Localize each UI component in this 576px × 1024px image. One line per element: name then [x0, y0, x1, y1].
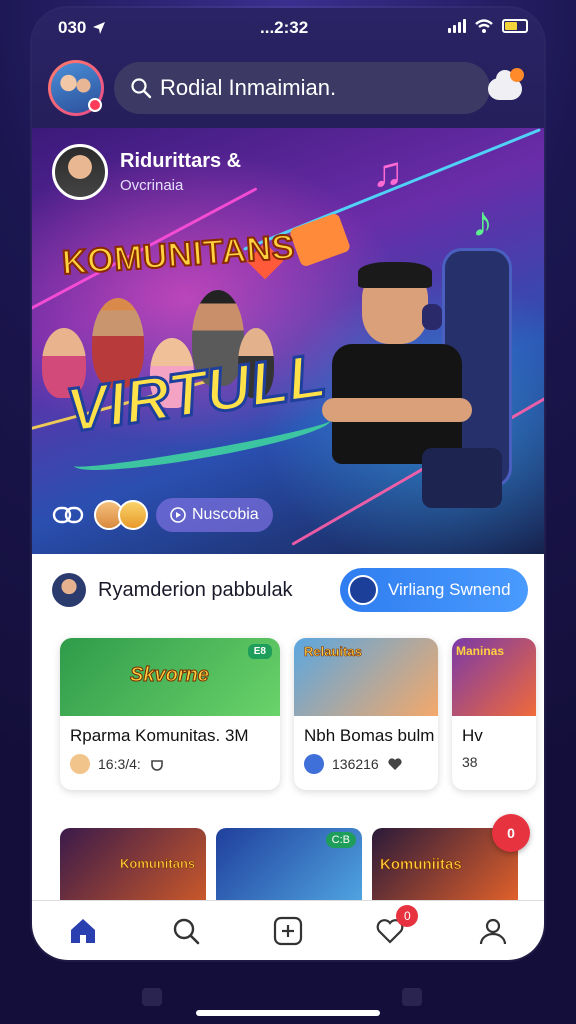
hero-pill-label: Nuscobia — [192, 506, 259, 523]
nav-profile[interactable] — [471, 909, 515, 953]
top-header: Rodial Inmaimian. — [48, 58, 528, 118]
card-thumb-text: Maninas — [456, 644, 505, 658]
phone-screen: 030 ...2:32 Rodial Inmaimian. Ridurittar… — [32, 8, 544, 960]
card-meta: 38 — [452, 746, 536, 778]
community-thumb[interactable]: Komunitans — [60, 828, 206, 900]
home-icon — [71, 918, 96, 943]
home-indicator[interactable] — [196, 1010, 380, 1016]
floating-action-button[interactable]: 0 — [492, 814, 530, 852]
link-icon[interactable] — [52, 502, 86, 528]
community-card[interactable]: Maninas Hv 38 — [452, 638, 536, 790]
more-communities-row: Komunitans C:B Komuniitas — [60, 828, 518, 900]
play-circle-icon — [170, 507, 186, 523]
card-tag: E8 — [247, 644, 272, 659]
wifi-icon — [475, 19, 493, 33]
promo-avatar[interactable] — [52, 573, 86, 607]
creator-avatar-small — [304, 754, 324, 774]
notification-badge — [510, 68, 524, 82]
join-button[interactable]: Virliang Swnend — [340, 568, 528, 612]
hero-banner[interactable]: Ridurittars & Ovcrinaia ♫ ♪ ♪ KOMUNITANS… — [32, 128, 544, 554]
card-meta: 136216 — [294, 746, 438, 782]
community-card[interactable]: Relauitas Nbh Bomas bulm 136216 — [294, 638, 438, 790]
card-meta-text: 16:3/4: — [98, 756, 141, 772]
content-panel: Ryamderion pabbulak Virliang Swnend E8 S… — [32, 554, 544, 900]
community-thumb[interactable]: C:B — [216, 828, 362, 900]
card-thumb-text: Skvorne — [130, 664, 210, 687]
signal-icon — [448, 19, 466, 33]
status-time: 030 — [58, 18, 106, 38]
music-note-icon: ♫ — [372, 148, 404, 195]
live-dot — [88, 98, 102, 112]
promo-label: Ryamderion pabbulak — [98, 578, 293, 601]
card-meta: 16:3/4: — [60, 746, 280, 782]
hero-pill-button[interactable]: Nuscobia — [156, 498, 273, 532]
hardware-button — [142, 988, 162, 1006]
status-icons — [448, 18, 528, 34]
search-bar[interactable]: Rodial Inmaimian. — [114, 62, 490, 114]
community-thumb-label: Komuniitas — [380, 856, 462, 874]
community-card[interactable]: E8 Skvorne Rparma Komunitas. 3M 16:3/4: — [60, 638, 280, 790]
card-meta-text: 136216 — [332, 756, 379, 772]
nav-likes[interactable]: 0 — [368, 904, 419, 953]
card-title: Nbh Bomas bulm — [304, 726, 435, 745]
card-thumbnail: Relauitas — [294, 638, 438, 716]
card-title: Hv — [462, 726, 483, 745]
card-thumbnail: E8 Skvorne — [60, 638, 280, 716]
nav-add[interactable] — [266, 909, 310, 953]
notification-button[interactable] — [488, 68, 528, 108]
nav-home[interactable] — [61, 909, 105, 953]
add-icon — [273, 916, 303, 945]
music-note-icon: ♪ — [472, 198, 493, 245]
creator-subtitle: Ovcrinaia — [120, 177, 184, 194]
card-thumbnail: Maninas — [452, 638, 536, 716]
profile-avatar[interactable] — [48, 60, 104, 116]
search-icon — [173, 918, 199, 944]
promo-row: Ryamderion pabbulak Virliang Swnend — [52, 568, 528, 612]
status-time-text: 030 — [58, 18, 87, 37]
fab-label: 0 — [507, 825, 515, 841]
group-icon — [348, 575, 378, 605]
status-bar: 030 ...2:32 — [32, 8, 544, 48]
location-arrow-icon — [93, 22, 106, 34]
participant-avatar[interactable] — [118, 500, 148, 530]
search-input-text: Rodial Inmaimian. — [160, 75, 337, 100]
battery-icon — [502, 19, 528, 33]
status-center-text: ...2:32 — [260, 18, 309, 37]
likes-badge: 0 — [396, 904, 419, 927]
profile-icon — [479, 918, 506, 944]
search-icon — [131, 78, 152, 99]
nav-search[interactable] — [164, 909, 208, 953]
heart-icon — [388, 758, 402, 770]
creator-name: Ridurittars & — [120, 150, 242, 172]
join-button-label: Virliang Swnend — [388, 580, 511, 599]
hero-creator[interactable]: Ridurittars & Ovcrinaia — [52, 144, 241, 200]
bottom-nav: 0 — [32, 900, 544, 960]
hero-actions: Nuscobia — [52, 498, 273, 532]
hardware-button — [402, 988, 422, 1006]
community-cards: E8 Skvorne Rparma Komunitas. 3M 16:3/4: … — [60, 638, 536, 790]
card-meta-text: 38 — [462, 754, 478, 770]
community-thumb-tag: C:B — [325, 832, 356, 848]
cup-icon — [151, 760, 163, 771]
creator-avatar — [52, 144, 108, 200]
creator-avatar-small — [70, 754, 90, 774]
community-thumb-label: Komunitans — [120, 856, 196, 872]
streamer-illustration — [322, 248, 522, 528]
card-thumb-text: Relauitas — [304, 644, 362, 660]
card-title: Rparma Komunitas. 3M — [70, 726, 249, 745]
